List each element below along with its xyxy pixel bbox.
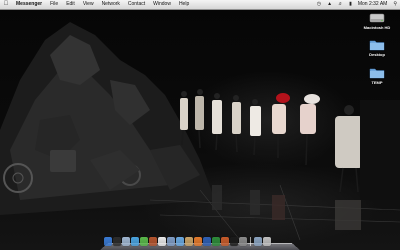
spotlight-icon[interactable]: ⚲ bbox=[390, 0, 400, 9]
runway-photo bbox=[0, 22, 400, 241]
powerpoint-icon[interactable] bbox=[221, 237, 229, 246]
system-preferences-icon[interactable] bbox=[239, 237, 247, 246]
menu-app-name[interactable]: Messenger bbox=[12, 0, 46, 9]
menubar-clock[interactable]: Mon 2:32 AM bbox=[355, 0, 390, 9]
desktop-icon-label: Macintosh HD bbox=[363, 25, 391, 30]
folder-icon bbox=[369, 40, 385, 51]
apple-menu-icon[interactable]:  bbox=[0, 0, 12, 9]
dock bbox=[100, 236, 300, 250]
documents-stack-icon[interactable] bbox=[254, 237, 262, 246]
photo-icon[interactable] bbox=[185, 237, 193, 246]
word-icon[interactable] bbox=[203, 237, 211, 246]
dock-apps bbox=[104, 237, 271, 246]
volume-icon[interactable]: ♬ bbox=[335, 0, 346, 9]
menu-view[interactable]: View bbox=[79, 0, 98, 9]
messenger-icon[interactable] bbox=[194, 237, 202, 246]
dock-separator bbox=[250, 237, 251, 246]
desktop-icon-label: Desktop bbox=[369, 52, 385, 57]
mail-icon[interactable] bbox=[122, 237, 130, 246]
dashboard-icon[interactable] bbox=[113, 237, 121, 246]
desktop-wallpaper bbox=[0, 0, 400, 250]
menu-edit[interactable]: Edit bbox=[62, 0, 79, 9]
desktop-icon-label: TEMP bbox=[371, 80, 383, 85]
itunes-icon[interactable] bbox=[176, 237, 184, 246]
address-book-icon[interactable] bbox=[149, 237, 157, 246]
menu-window[interactable]: Window bbox=[149, 0, 175, 9]
battery-icon[interactable]: ▮ bbox=[346, 0, 355, 9]
menu-help[interactable]: Help bbox=[175, 0, 193, 9]
menu-contact[interactable]: Contact bbox=[124, 0, 149, 9]
menu-network[interactable]: Network bbox=[98, 0, 124, 9]
desktop-icon-desktop-folder[interactable]: Desktop bbox=[360, 38, 394, 57]
folder-icon bbox=[369, 68, 385, 79]
ichat-icon[interactable] bbox=[140, 237, 148, 246]
desktop-icon-temp-folder[interactable]: TEMP bbox=[360, 66, 394, 85]
preview-icon[interactable] bbox=[167, 237, 175, 246]
desktop-icon-macintosh-hd[interactable]: Macintosh HD bbox=[360, 12, 394, 30]
finder-icon[interactable] bbox=[104, 237, 112, 246]
hard-drive-icon bbox=[369, 13, 385, 23]
terminal-icon[interactable] bbox=[230, 237, 238, 246]
menu-bar:  Messenger File Edit View Network Conta… bbox=[0, 0, 400, 10]
excel-icon[interactable] bbox=[212, 237, 220, 246]
trash-icon[interactable] bbox=[263, 237, 271, 246]
wifi-icon[interactable]: ▲ bbox=[324, 0, 335, 9]
safari-icon[interactable] bbox=[131, 237, 139, 246]
menu-file[interactable]: File bbox=[46, 0, 62, 9]
timemachine-icon[interactable]: ◷ bbox=[314, 0, 324, 9]
ical-icon[interactable] bbox=[158, 237, 166, 246]
